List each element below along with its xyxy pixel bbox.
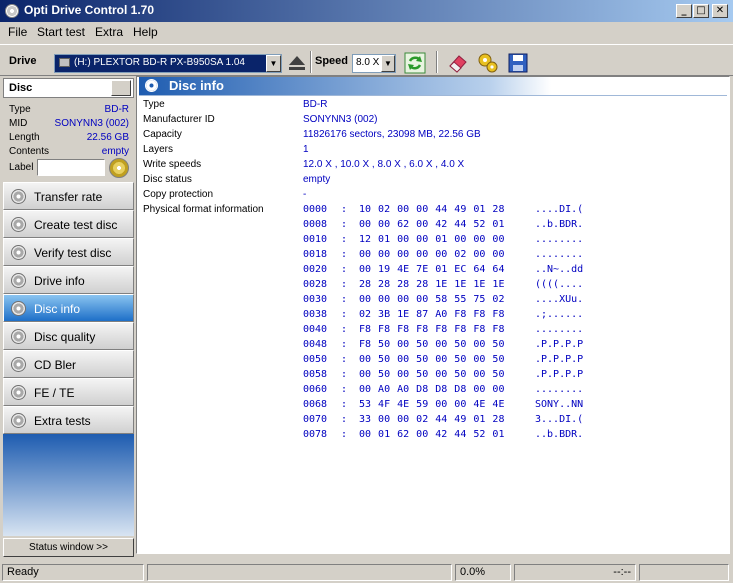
hex-row: 0030:00 00 00 00 58 55 75 02 ....XUu. bbox=[303, 294, 584, 305]
save-icon[interactable] bbox=[506, 51, 530, 75]
drive-icon bbox=[59, 57, 70, 67]
info-row: Disc status empty bbox=[143, 174, 331, 185]
nav-disc-quality[interactable]: Disc quality bbox=[3, 322, 134, 350]
window-title: Opti Drive Control 1.70 bbox=[24, 3, 155, 17]
hex-row: 0028:28 28 28 28 1E 1E 1E 1E ((((.... bbox=[303, 279, 584, 290]
toolbar-separator bbox=[436, 51, 438, 73]
speed-select-value: 8.0 X bbox=[356, 57, 380, 68]
hex-row: 0070:33 00 00 02 44 49 01 28 3...DI.( bbox=[303, 414, 584, 425]
elapsed-time: --:-- bbox=[514, 564, 636, 581]
hex-row: 0010:12 01 00 00 01 00 00 00........ bbox=[303, 234, 584, 245]
hex-row: 0020:00 19 4E 7E 01 EC 64 64 ..N~..dd bbox=[303, 264, 584, 275]
hex-row: 0000:10 02 00 00 44 49 01 28 ....DI.( bbox=[303, 204, 584, 215]
hex-row: 0018:00 00 00 00 00 02 00 00........ bbox=[303, 249, 584, 260]
disc-icon bbox=[11, 217, 26, 232]
disc-icon bbox=[11, 385, 26, 400]
nav-disc-info[interactable]: Disc info bbox=[3, 294, 134, 322]
nav-transfer-rate[interactable]: Transfer rate bbox=[3, 182, 134, 210]
toolbar: Drive (H:) PLEXTOR BD-R PX-B950SA 1.04 ▼… bbox=[0, 44, 733, 76]
speed-select[interactable]: 8.0 X ▼ bbox=[352, 54, 396, 73]
menu-start-test[interactable]: Start test bbox=[37, 25, 85, 39]
hex-row: 0060:00 A0 A0 D8 D8 D8 00 00........ bbox=[303, 384, 584, 395]
close-button[interactable]: ✕ bbox=[712, 4, 728, 18]
left-panel: Disc Type BD-R MID SONYNN3 (002) Length … bbox=[3, 78, 134, 558]
title-bar: Opti Drive Control 1.70 _ □ ✕ bbox=[0, 0, 733, 22]
nav-verify-test-disc[interactable]: Verify test disc bbox=[3, 238, 134, 266]
disc-icon bbox=[11, 329, 26, 344]
disc-prop-mid: MID SONYNN3 (002) bbox=[9, 118, 129, 129]
hex-row: 0050:00 50 00 50 00 50 00 50 .P.P.P.P bbox=[303, 354, 584, 365]
disc-panel-header: Disc bbox=[3, 78, 134, 98]
disc-prop-type: Type BD-R bbox=[9, 104, 129, 115]
disc-panel-button[interactable] bbox=[111, 80, 131, 96]
hex-row: 0038:02 3B 1E 87 A0 F8 F8 F8.;...... bbox=[303, 309, 584, 320]
disc-prop-length: Length 22.56 GB bbox=[9, 132, 129, 143]
minimize-button[interactable]: _ bbox=[676, 4, 692, 18]
disc-label-button[interactable] bbox=[109, 158, 129, 178]
disc-icon bbox=[145, 79, 158, 92]
menu-help[interactable]: Help bbox=[133, 25, 158, 39]
hex-row: 0040: F8 F8 F8 F8 F8 F8 F8 F8........ bbox=[303, 324, 584, 335]
drive-select[interactable]: (H:) PLEXTOR BD-R PX-B950SA 1.04 ▼ bbox=[54, 54, 282, 73]
menu-file[interactable]: File bbox=[8, 25, 27, 39]
status-extra bbox=[639, 564, 729, 581]
hex-row: 0048: F8 50 00 50 00 50 00 50 .P.P.P.P bbox=[303, 339, 584, 350]
info-row: Manufacturer ID SONYNN3 (002) bbox=[143, 114, 378, 125]
disc-prop-contents: Contents empty bbox=[9, 146, 129, 157]
disc-icon bbox=[11, 357, 26, 372]
hex-row: 0008:00 00 62 00 42 44 52 01 ..b.BDR. bbox=[303, 219, 584, 230]
nav-fe-te[interactable]: FE / TE bbox=[3, 378, 134, 406]
nav-create-test-disc[interactable]: Create test disc bbox=[3, 210, 134, 238]
nav-cd-bler[interactable]: CD Bler bbox=[3, 350, 134, 378]
speed-label: Speed bbox=[315, 55, 349, 67]
menu-bar: File Start test Extra Help bbox=[0, 22, 733, 42]
toolbar-separator bbox=[310, 51, 312, 73]
info-row: Layers 1 bbox=[143, 144, 309, 155]
drive-select-value: (H:) PLEXTOR BD-R PX-B950SA 1.04 bbox=[74, 57, 245, 68]
disc-panel-title: Disc bbox=[9, 82, 33, 94]
nav-drive-info[interactable]: Drive info bbox=[3, 266, 134, 294]
status-text: Ready bbox=[2, 564, 144, 581]
refresh-icon[interactable] bbox=[403, 51, 427, 75]
content-divider bbox=[139, 95, 727, 96]
chevron-down-icon[interactable]: ▼ bbox=[266, 55, 281, 72]
info-row: Type BD-R bbox=[143, 99, 328, 110]
chevron-down-icon[interactable]: ▼ bbox=[381, 55, 395, 72]
hex-row: 0078:00 01 62 00 42 44 52 01 ..b.BDR. bbox=[303, 429, 584, 440]
progress-bar bbox=[147, 564, 452, 581]
settings-gears-icon[interactable] bbox=[476, 51, 500, 75]
disc-label-input[interactable] bbox=[37, 159, 105, 176]
nav-extra-tests[interactable]: Extra tests bbox=[3, 406, 134, 434]
content-header: Disc info bbox=[139, 77, 551, 95]
disc-info-panel: Disc info Type BD-R Manufacturer ID SONYNN… bbox=[136, 76, 730, 554]
hex-row: 0058:00 50 00 50 00 50 00 50 .P.P.P.P bbox=[303, 369, 584, 380]
disc-icon bbox=[11, 189, 26, 204]
drive-label: Drive bbox=[9, 55, 37, 67]
maximize-button[interactable]: □ bbox=[693, 4, 709, 18]
hex-row: 0068:53 4F 4E 59 00 00 4E 4E SONY..NN bbox=[303, 399, 584, 410]
nav-empty-area bbox=[3, 434, 134, 536]
content-title: Disc info bbox=[169, 78, 224, 93]
status-bar: Ready 0.0% --:-- bbox=[0, 562, 733, 583]
eraser-icon[interactable] bbox=[446, 51, 470, 75]
menu-extra[interactable]: Extra bbox=[95, 25, 123, 39]
disc-icon bbox=[11, 273, 26, 288]
info-row: Copy protection - bbox=[143, 189, 307, 200]
app-disc-icon bbox=[5, 4, 19, 18]
disc-icon bbox=[11, 301, 26, 316]
status-window-button[interactable]: Status window >> bbox=[3, 538, 134, 557]
progress-percent: 0.0% bbox=[455, 564, 511, 581]
disc-icon bbox=[11, 413, 26, 428]
eject-icon[interactable] bbox=[285, 51, 309, 75]
disc-icon bbox=[11, 245, 26, 260]
info-row: Write speeds 12.0 X , 10.0 X , 8.0 X , 6.… bbox=[143, 159, 465, 170]
info-row: Capacity 11826176 sectors, 23098 MB, 22.5… bbox=[143, 129, 481, 140]
